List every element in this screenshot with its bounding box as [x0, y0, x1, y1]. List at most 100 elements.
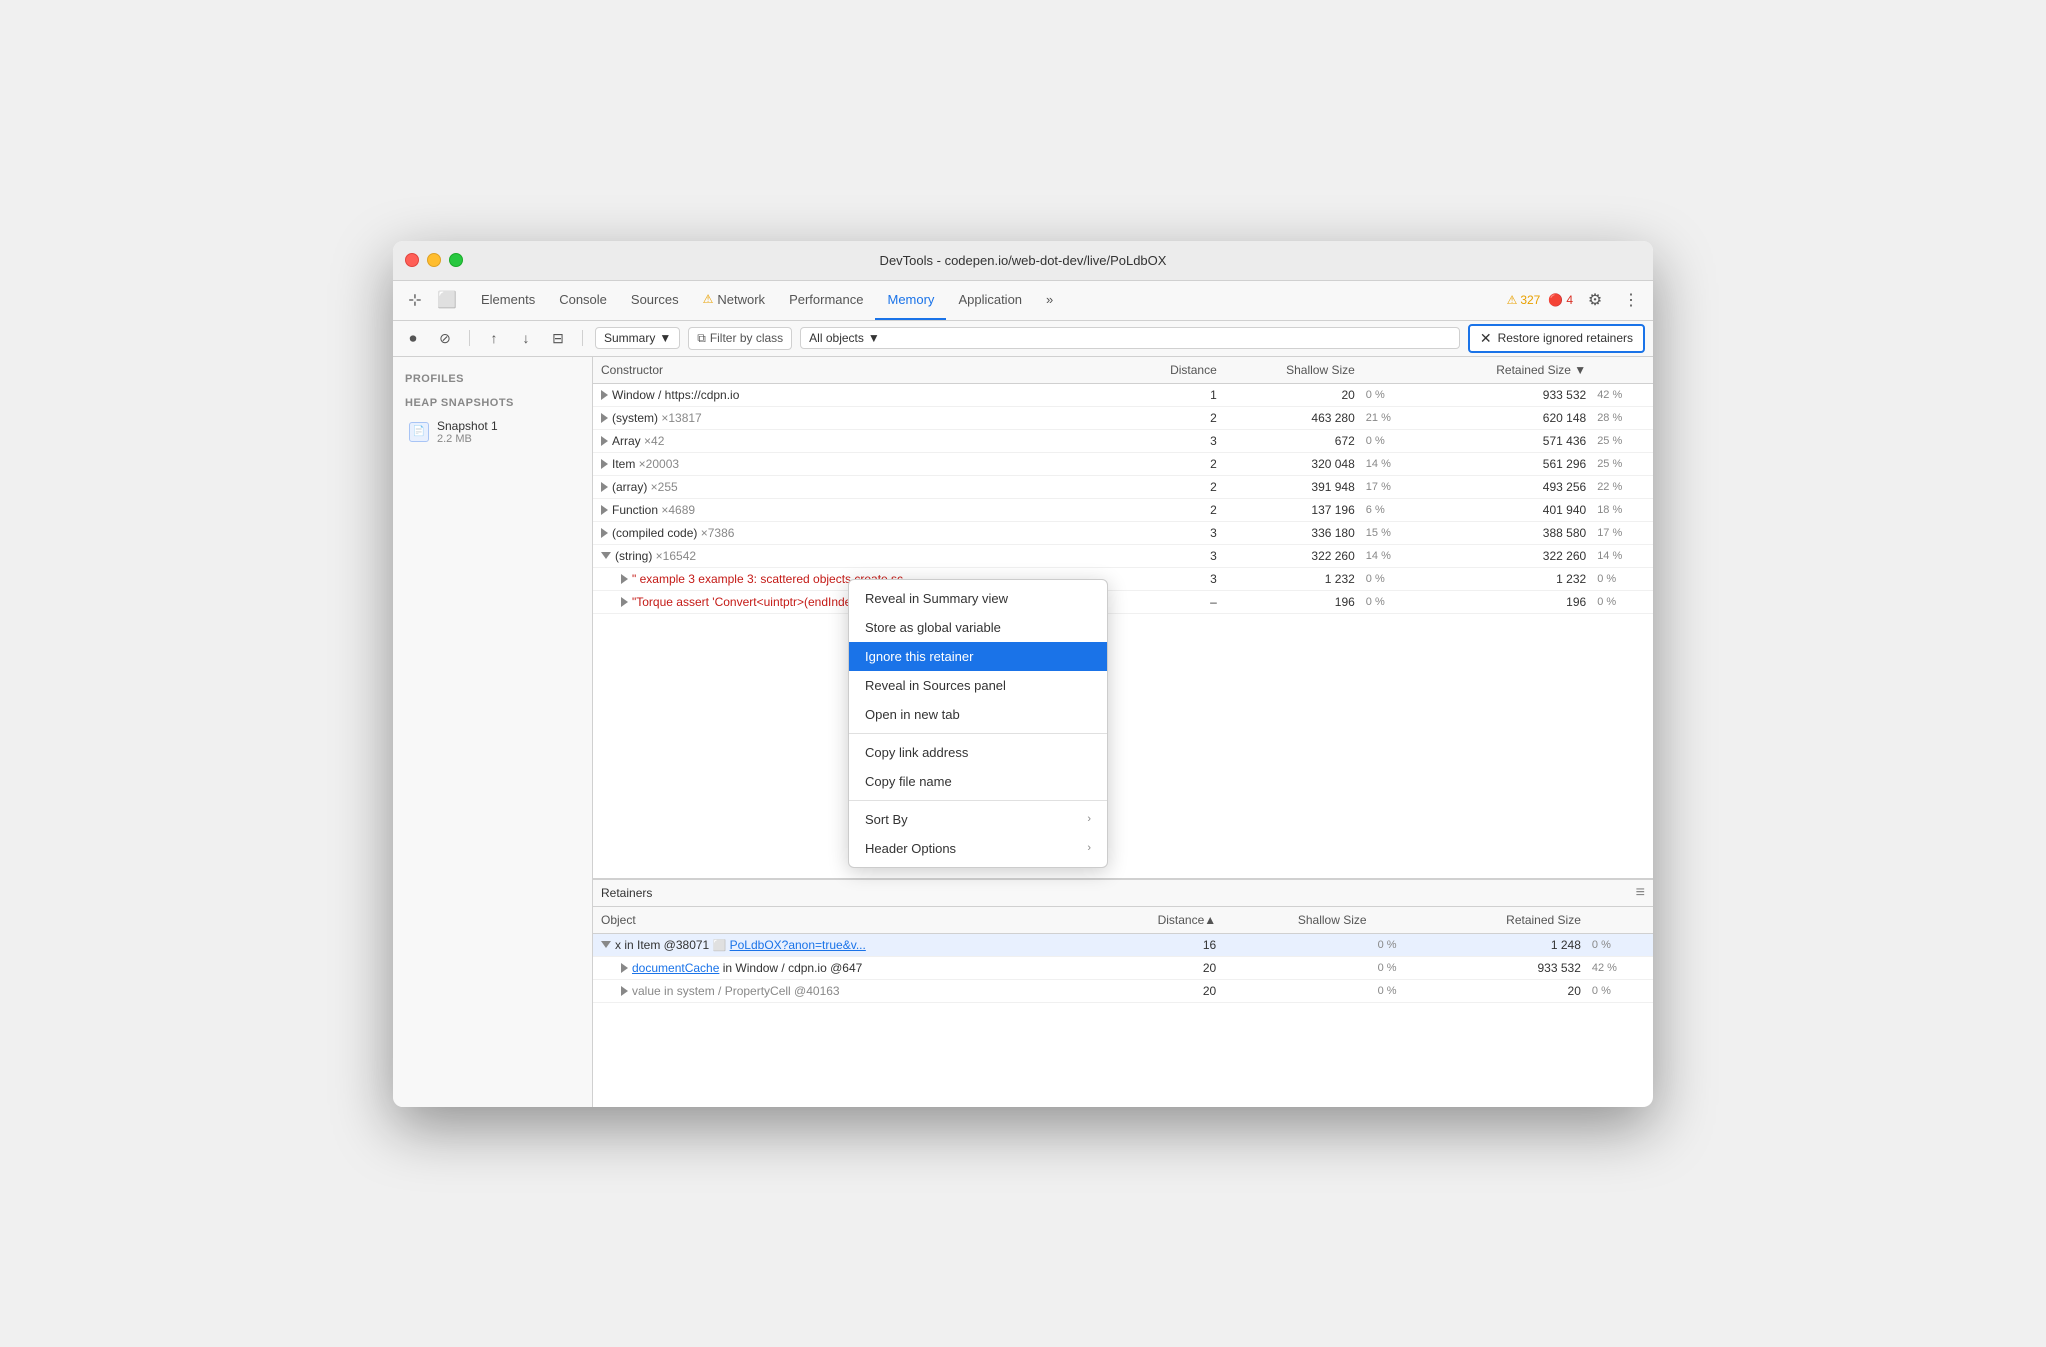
restore-ignored-retainers-button[interactable]: ✕ Restore ignored retainers — [1468, 324, 1645, 353]
retained-cell: 933 532 — [1422, 383, 1595, 406]
shallow-cell: 1 232 — [1225, 567, 1363, 590]
all-objects-dropdown[interactable]: All objects ▼ — [800, 327, 1460, 349]
snapshot-name: Snapshot 1 — [437, 419, 576, 433]
expand-icon[interactable] — [621, 574, 628, 584]
expand-icon[interactable] — [621, 986, 628, 996]
constructor-cell: Item ×20003 — [593, 452, 1123, 475]
ctx-separator-2 — [849, 800, 1107, 801]
record-button[interactable]: ⏺ — [401, 326, 425, 350]
ctx-reveal-sources[interactable]: Reveal in Sources panel — [849, 671, 1107, 700]
expand-icon[interactable] — [601, 459, 608, 469]
ctx-reveal-summary[interactable]: Reveal in Summary view — [849, 584, 1107, 613]
table-row[interactable]: (system) ×13817 2 463 280 21 % 620 148 2… — [593, 406, 1653, 429]
device-toolbar-button[interactable]: ⬜ — [433, 286, 461, 314]
shallow-cell — [1224, 956, 1374, 979]
upload-button[interactable]: ↑ — [482, 326, 506, 350]
constructor-name: Window / https://cdpn.io — [612, 388, 739, 402]
ctx-sort-by[interactable]: Sort By › — [849, 805, 1107, 834]
table-row[interactable]: (array) ×255 2 391 948 17 % 493 256 22 % — [593, 475, 1653, 498]
clear-button[interactable]: ⊟ — [546, 326, 570, 350]
table-row[interactable]: Window / https://cdpn.io 1 20 0 % 933 53… — [593, 383, 1653, 406]
shallow-cell: 320 048 — [1225, 452, 1363, 475]
object-cell: value in system / PropertyCell @40163 — [593, 979, 1092, 1002]
constructor-name: Function ×4689 — [612, 503, 695, 517]
stop-button[interactable]: ⊘ — [433, 326, 457, 350]
memory-toolbar: ⏺ ⊘ ↑ ↓ ⊟ Summary ▼ ⧉ Filter by class Al… — [393, 321, 1653, 357]
table-row[interactable]: x in Item @38071 ⬜ PoLdbOX?anon=true&v..… — [593, 933, 1653, 956]
tab-network[interactable]: ⚠ Network — [691, 280, 777, 320]
retained-pct-cell: 0 % — [1589, 979, 1653, 1002]
tab-memory[interactable]: Memory — [875, 280, 946, 320]
distance-cell: 3 — [1123, 567, 1225, 590]
tab-elements[interactable]: Elements — [469, 280, 547, 320]
distance-cell: – — [1123, 590, 1225, 613]
col-shallow-pct-r — [1375, 907, 1428, 934]
ctx-copy-link-label: Copy link address — [865, 745, 968, 760]
ctx-header-options[interactable]: Header Options › — [849, 834, 1107, 863]
expand-icon[interactable] — [601, 528, 608, 538]
tab-sources[interactable]: Sources — [619, 280, 691, 320]
distance-cell: 1 — [1123, 383, 1225, 406]
ctx-store-global[interactable]: Store as global variable — [849, 613, 1107, 642]
table-row[interactable]: (compiled code) ×7386 3 336 180 15 % 388… — [593, 521, 1653, 544]
ctx-ignore-retainer[interactable]: Ignore this retainer — [849, 642, 1107, 671]
table-row[interactable]: "Torque assert 'Convert<uintptr>(endInde… — [593, 590, 1653, 613]
shallow-pct-cell: 0 % — [1375, 979, 1428, 1002]
retained-pct-cell: 17 % — [1594, 521, 1653, 544]
expand-icon[interactable] — [601, 941, 611, 948]
ctx-copy-filename[interactable]: Copy file name — [849, 767, 1107, 796]
col-shallow-size: Shallow Size — [1225, 357, 1363, 384]
constructor-cell: Array ×42 — [593, 429, 1123, 452]
ctx-open-tab[interactable]: Open in new tab — [849, 700, 1107, 729]
retained-pct-cell: 25 % — [1594, 452, 1653, 475]
table-row[interactable]: " example 3 example 3: scattered objects… — [593, 567, 1653, 590]
tab-performance[interactable]: Performance — [777, 280, 875, 320]
ctx-ignore-retainer-label: Ignore this retainer — [865, 649, 973, 664]
ctx-open-tab-label: Open in new tab — [865, 707, 960, 722]
dropdown-arrow: ▼ — [659, 331, 671, 345]
download-button[interactable]: ↓ — [514, 326, 538, 350]
tab-application[interactable]: Application — [946, 280, 1034, 320]
table-row[interactable]: value in system / PropertyCell @40163 20… — [593, 979, 1653, 1002]
close-button[interactable] — [405, 253, 419, 267]
more-options-button[interactable]: ⋮ — [1617, 286, 1645, 314]
table-row[interactable]: Function ×4689 2 137 196 6 % 401 940 18 … — [593, 498, 1653, 521]
summary-dropdown[interactable]: Summary ▼ — [595, 327, 680, 349]
expand-icon[interactable] — [601, 482, 608, 492]
shallow-cell: 336 180 — [1225, 521, 1363, 544]
constructor-cell: (compiled code) ×7386 — [593, 521, 1123, 544]
expand-icon[interactable] — [601, 552, 611, 559]
inspect-element-button[interactable]: ⊹ — [401, 286, 429, 314]
expand-icon[interactable] — [601, 436, 608, 446]
more-tabs-button[interactable]: » — [1034, 280, 1065, 320]
expand-icon[interactable] — [621, 597, 628, 607]
expand-icon[interactable] — [621, 963, 628, 973]
profiles-title: Profiles — [393, 369, 592, 389]
retained-pct-cell: 0 % — [1589, 933, 1653, 956]
table-row[interactable]: Item ×20003 2 320 048 14 % 561 296 25 % — [593, 452, 1653, 475]
table-row[interactable]: Array ×42 3 672 0 % 571 436 25 % — [593, 429, 1653, 452]
ctx-copy-link[interactable]: Copy link address — [849, 738, 1107, 767]
window-controls — [405, 253, 463, 267]
col-retained-pct — [1594, 357, 1653, 384]
table-row[interactable]: (string) ×16542 3 322 260 14 % 322 260 1… — [593, 544, 1653, 567]
maximize-button[interactable] — [449, 253, 463, 267]
minimize-button[interactable] — [427, 253, 441, 267]
expand-icon[interactable] — [601, 505, 608, 515]
distance-cell: 20 — [1092, 979, 1224, 1002]
settings-button[interactable]: ⚙ — [1581, 286, 1609, 314]
tab-console[interactable]: Console — [547, 280, 619, 320]
snapshot-item[interactable]: 📄 Snapshot 1 2.2 MB — [397, 413, 588, 451]
shallow-pct-cell: 0 % — [1375, 956, 1428, 979]
object-cell: x in Item @38071 ⬜ PoLdbOX?anon=true&v..… — [593, 933, 1092, 956]
table-row[interactable]: documentCache in Window / cdpn.io @647 2… — [593, 956, 1653, 979]
divider2 — [582, 330, 583, 346]
filter-button[interactable]: ⧉ Filter by class — [688, 327, 792, 350]
col-retained-size[interactable]: Retained Size ▼ — [1422, 357, 1595, 384]
ctx-store-global-label: Store as global variable — [865, 620, 1001, 635]
constructor-cell: (string) ×16542 — [593, 544, 1123, 567]
expand-icon[interactable] — [601, 390, 608, 400]
shallow-pct-cell: 6 % — [1363, 498, 1422, 521]
col-distance-r[interactable]: Distance▲ — [1092, 907, 1224, 934]
expand-icon[interactable] — [601, 413, 608, 423]
